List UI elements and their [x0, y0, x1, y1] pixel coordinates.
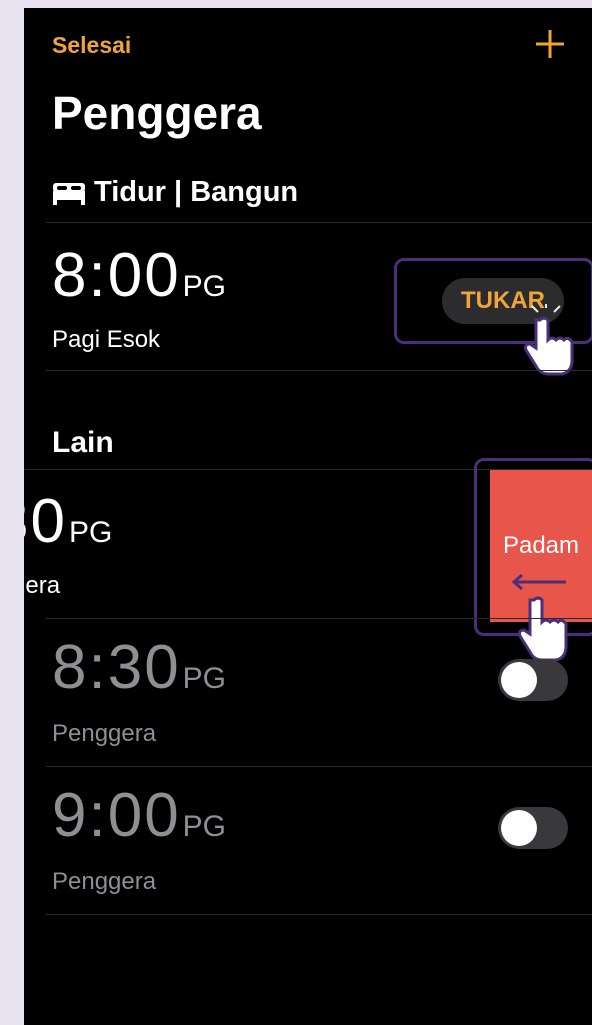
alarm-toggle[interactable]	[498, 659, 568, 701]
bed-icon	[53, 182, 85, 205]
sleep-section-header: Tidur | Bangun	[52, 176, 298, 209]
alarm-label: gera	[24, 572, 61, 599]
divider	[46, 618, 592, 619]
swipe-hand-icon	[518, 596, 568, 662]
sleep-section-title: Tidur | Bangun	[94, 176, 299, 208]
alarm-time[interactable]: 8:30PG	[52, 632, 226, 703]
sleep-alarm-time[interactable]: 8:00PG	[52, 240, 226, 311]
toggle-knob	[501, 810, 537, 846]
time-value: 8:00	[52, 241, 181, 310]
time-value: 9:00	[52, 781, 181, 850]
ampm-label: PG	[182, 810, 227, 843]
alarm-time-swiped[interactable]: 30PG	[24, 486, 112, 557]
ampm-label: PG	[182, 662, 227, 695]
done-button[interactable]: Selesai	[52, 32, 131, 59]
time-value: 30	[24, 487, 67, 556]
divider	[46, 222, 592, 223]
other-section-header: Lain	[52, 426, 114, 459]
ampm-label: PG	[182, 270, 227, 303]
alarm-label: Penggera	[52, 868, 157, 895]
divider	[46, 766, 592, 767]
sleep-alarm-label: Pagi Esok	[52, 326, 161, 353]
divider	[46, 370, 592, 371]
swipe-left-arrow-icon	[511, 574, 566, 590]
toggle-knob	[501, 662, 537, 698]
time-value: 8:30	[52, 633, 181, 702]
alarm-time[interactable]: 9:00PG	[52, 780, 226, 851]
phone-screen: Selesai Penggera Tidur | Bangun 8:00PG P…	[24, 8, 592, 1025]
add-icon[interactable]	[532, 26, 568, 62]
alarm-label: Penggera	[52, 720, 157, 747]
tap-hand-icon	[524, 304, 574, 376]
divider	[46, 914, 592, 915]
page-title: Penggera	[52, 87, 262, 139]
ampm-label: PG	[68, 516, 113, 549]
alarm-toggle[interactable]	[498, 807, 568, 849]
